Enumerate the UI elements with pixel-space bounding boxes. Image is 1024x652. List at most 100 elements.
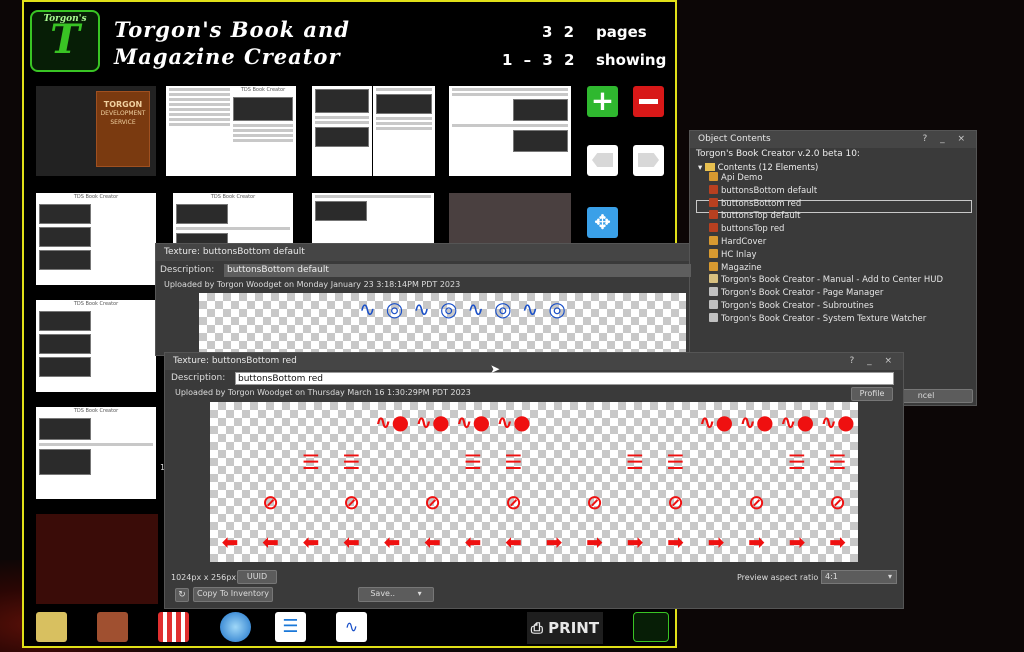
uuid-button[interactable]: UUID [237,570,277,584]
contents-item[interactable]: HardCover [709,236,766,249]
contents-item[interactable]: Torgon's Book Creator - Page Manager [709,287,883,300]
signal-icon[interactable]: ∿ [336,612,367,642]
signal-icon-row: ∿◎∿◎∿◎∿◎ [359,297,576,321]
red-right-arrow-icon: ➡ [626,530,644,554]
page-thumb[interactable]: TDS Book Creator [36,407,156,499]
add-page-button[interactable]: + [587,86,618,117]
cover-title: TORGON [103,100,143,109]
object-name: Torgon's Book Creator v.2.0 beta 10: [696,149,860,159]
page-thumb-dark[interactable] [36,514,158,604]
paint-icon[interactable] [36,612,67,642]
window-controls[interactable]: ? _ × [922,131,970,148]
save-button[interactable]: Save.. ▾ [358,587,434,602]
red-signal-icon: ∿● [496,410,531,434]
contents-item[interactable]: Magazine [709,261,762,275]
box-icon [709,172,718,181]
dropdown-arrow-icon: ▾ [417,589,422,598]
box-icon [709,236,718,245]
expand-icon: ✥ [594,210,611,234]
red-right-arrow-icon: ➡ [667,530,684,554]
hud-title: Torgon's Book and Magazine Creator [114,17,350,69]
red-right-arrow-icon: ➡ [788,530,806,554]
remove-page-button[interactable] [633,86,664,117]
page-thumb[interactable] [166,86,236,176]
fullscreen-button[interactable]: ✥ [587,207,618,238]
cover-subtitle: DEVELOPMENT SERVICE [100,110,146,126]
torgon-small-logo [633,612,669,642]
upload-info: Uploaded by Torgon Woodget on Thursday M… [175,388,471,397]
aspect-ratio-label: Preview aspect ratio [737,573,819,582]
page-thumb[interactable]: TDS Book Creator [230,86,296,176]
page-range-label: showing [596,51,667,69]
red-left-arrow-icon: ⬅ [383,530,401,554]
page-thumb[interactable] [449,86,571,176]
red-left-arrow-icon: ⬅ [343,530,360,554]
red-list-icon: ☰ [342,450,361,474]
printer-icon: ⎙ [530,619,543,637]
copy-to-inventory-button[interactable]: Copy To Inventory [193,587,273,602]
red-hidden-icon: ⊘ [262,490,279,514]
red-signal-icon: ∿● [455,410,491,434]
texture-default-titlebar[interactable]: Texture: buttonsBottom default [156,244,689,261]
contents-item[interactable]: buttonsBottom default [709,184,817,198]
red-signal-icon: ∿● [374,410,410,434]
texture-red-titlebar[interactable]: Texture: buttonsBottom red? _ × [165,353,903,370]
description-field[interactable]: buttonsBottom red [235,372,894,385]
torgon-logo: Torgon's T [30,10,100,72]
contents-item[interactable]: HC Inlay [709,248,757,262]
red-left-arrow-icon: ⬅ [262,530,279,554]
contents-item[interactable]: Torgon's Book Creator - System Texture W… [709,312,926,326]
contents-item[interactable]: buttonsTop default [709,210,800,223]
refresh-button[interactable]: ↻ [175,588,189,602]
profile-button[interactable]: Profile [851,387,893,401]
page-thumb[interactable] [312,86,372,176]
dropdown-arrow-icon: ▾ [887,572,892,581]
red-signal-icon: ∿● [739,410,774,434]
red-left-arrow-icon: ⬅ [221,530,239,554]
red-hidden-icon: ⊘ [829,490,846,514]
red-signal-icon: ∿● [698,410,734,434]
contents-item[interactable]: buttonsTop red [709,223,784,236]
red-hidden-icon: ⊘ [667,490,684,514]
texture-preview-red: ∿● ∿● ∿● ∿● ∿● ∿● ∿● ∿● ☰ ☰ ☰ ☰ ☰ ☰ ☰ ☰ ⊘ ⊘ ⊘ ⊘ ⊘ ⊘ ⊘ ⊘ ⬅ ⬅ ⬅ ⬅ ⬅ ⬅ ⬅ ⬅… [210,402,858,562]
description-label: Description: [160,265,215,275]
red-signal-icon: ∿● [415,410,450,434]
notecard-icon [709,274,718,284]
texture-window-default: Texture: buttonsBottom default Descripti… [155,243,691,472]
red-list-icon: ☰ [626,450,644,474]
red-hidden-icon: ⊘ [424,490,441,514]
texture-icon[interactable] [97,612,128,642]
window-controls[interactable]: ? _ × [849,353,897,370]
next-page-button[interactable] [633,145,664,176]
description-label: Description: [171,373,226,383]
contents-item[interactable]: Torgon's Book Creator - Manual - Add to … [709,274,943,287]
book-cover-thumb[interactable]: TORGON DEVELOPMENT SERVICE [36,86,156,176]
contents-item[interactable]: Api Demo [709,172,763,185]
object-contents-titlebar[interactable]: Object Contents? _ × [690,131,976,148]
page-thumb[interactable]: TDS Book Creator [36,193,156,285]
red-right-arrow-icon: ➡ [545,530,563,554]
folder-icon [704,163,715,171]
box-icon [709,261,718,271]
globe-icon[interactable] [220,612,251,642]
texture-icon [709,184,718,194]
red-list-icon: ☰ [828,450,847,474]
right-arrow-icon [638,153,659,167]
contents-item[interactable]: Torgon's Book Creator - Subroutines [709,300,874,313]
red-left-arrow-icon: ⬅ [424,530,441,554]
previous-page-button[interactable] [587,145,618,176]
list-icon[interactable]: ☰ [275,612,306,642]
texture-window-red: Texture: buttonsBottom red? _ × Descript… [164,352,904,609]
red-right-arrow-icon: ➡ [829,530,846,554]
contents-item[interactable]: buttonsBottom red [709,197,801,211]
texture-preview-default: ∿◎∿◎∿◎∿◎ [199,293,686,356]
shop-icon[interactable] [158,612,189,642]
aspect-ratio-select[interactable]: 4:1 ▾ [821,570,897,584]
red-right-arrow-icon: ➡ [748,530,765,554]
description-field[interactable]: buttonsBottom default [224,264,691,277]
page-thumb[interactable] [373,86,435,176]
print-button[interactable]: ⎙ PRINT [527,612,603,644]
texture-icon [709,197,718,207]
red-left-arrow-icon: ⬅ [505,530,522,554]
page-thumb[interactable]: TDS Book Creator [36,300,156,392]
